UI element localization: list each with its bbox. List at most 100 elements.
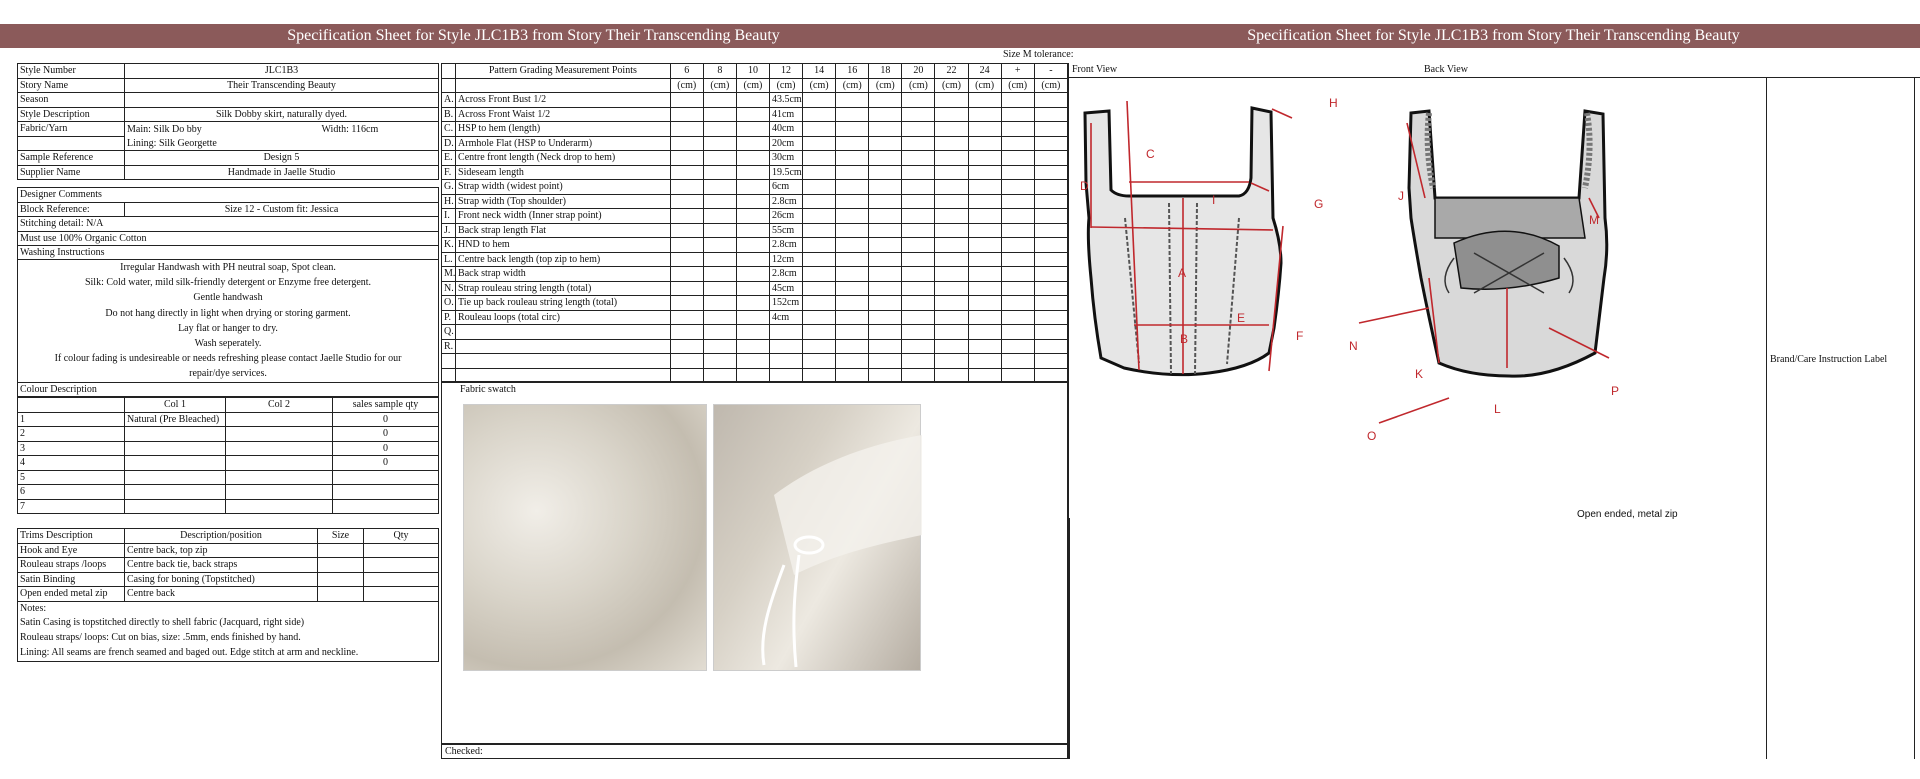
measure-cell xyxy=(967,208,1002,224)
point-description: Front neck width (Inner strap point) xyxy=(455,208,671,224)
measure-cell xyxy=(901,164,936,180)
measure-cell: 40cm xyxy=(768,121,804,137)
measure-cell xyxy=(835,266,870,282)
point-description: Back strap length Flat xyxy=(455,222,671,238)
left-panel: Style Number JLC1B3 Story Name Their Tra… xyxy=(17,63,439,662)
measure-cell: 26cm xyxy=(768,208,804,224)
measure-cell xyxy=(1000,266,1035,282)
measure-cell xyxy=(967,106,1002,122)
supplier-label: Supplier Name xyxy=(17,164,125,180)
measure-label: M xyxy=(1589,213,1599,227)
measure-cell xyxy=(868,280,903,296)
measure-label: P xyxy=(1611,384,1619,398)
colour-col2 xyxy=(225,469,333,486)
trim-position: Centre back xyxy=(124,586,318,602)
grading-row: B. Across Front Waist 1/2 41cm xyxy=(440,106,1069,122)
measure-cell xyxy=(835,208,870,224)
measure-cell xyxy=(702,150,737,166)
unit-cell: (cm) xyxy=(967,77,1002,93)
measure-cell: 6cm xyxy=(768,179,804,195)
point-description: Centre front length (Neck drop to hem) xyxy=(455,150,671,166)
measure-cell xyxy=(901,150,936,166)
point-description: HND to hem xyxy=(455,237,671,253)
grading-row: R. xyxy=(440,338,1069,354)
measure-cell xyxy=(735,353,770,369)
measure-cell xyxy=(735,208,770,224)
style-desc-value: Silk Dobby skirt, naturally dyed. xyxy=(124,106,439,122)
unit-cell: (cm) xyxy=(669,77,704,93)
measure-cell xyxy=(1033,237,1069,253)
point-letter: Q. xyxy=(440,324,457,340)
measure-cell xyxy=(901,266,936,282)
measure-cell xyxy=(1000,193,1035,209)
measure-cell xyxy=(669,237,704,253)
measure-cell xyxy=(735,295,770,311)
grading-row: P. Rouleau loops (total circ) 4cm xyxy=(440,309,1069,325)
measure-cell xyxy=(1000,164,1035,180)
trim-name: Hook and Eye xyxy=(17,542,125,559)
size-header: + xyxy=(1000,63,1035,79)
measure-cell xyxy=(967,121,1002,137)
grading-row: N. Strap rouleau string length (total) 45c… xyxy=(440,280,1069,296)
grading-row: J. Back strap length Flat 55cm xyxy=(440,222,1069,238)
measure-cell xyxy=(1033,222,1069,238)
measure-cell xyxy=(702,280,737,296)
measure-cell xyxy=(802,222,837,238)
fabric-lining: Lining: Silk Georgette xyxy=(124,136,439,151)
measure-cell xyxy=(735,338,770,354)
measure-cell xyxy=(669,92,704,108)
measure-cell xyxy=(802,208,837,224)
measure-cell xyxy=(835,92,870,108)
colour-table: Col 1 Col 2 sales sample qty 1 Natural (P… xyxy=(17,397,439,515)
measure-cell xyxy=(868,92,903,108)
measure-label: D xyxy=(1080,179,1089,193)
measure-cell: 43.5cm xyxy=(768,92,804,108)
measure-cell xyxy=(735,266,770,282)
grading-row: C. HSP to hem (length) 40cm xyxy=(440,121,1069,137)
measure-cell xyxy=(802,121,837,137)
measure-cell xyxy=(669,353,704,369)
measure-cell xyxy=(901,135,936,151)
grading-row: M. Back strap width 2.8cm xyxy=(440,266,1069,282)
colour-index: 5 xyxy=(17,469,125,486)
measure-cell xyxy=(702,338,737,354)
measure-cell xyxy=(967,280,1002,296)
tolerance-label: Size M tolerance: xyxy=(1003,49,1074,60)
measure-cell xyxy=(735,309,770,325)
point-letter: P. xyxy=(440,309,457,325)
measure-cell xyxy=(835,193,870,209)
measure-cell xyxy=(702,353,737,369)
measure-cell xyxy=(868,295,903,311)
unit-cell: (cm) xyxy=(1033,77,1069,93)
measure-cell xyxy=(735,324,770,340)
measure-cell xyxy=(967,164,1002,180)
point-description xyxy=(455,324,671,340)
measure-cell xyxy=(735,164,770,180)
measure-cell xyxy=(835,164,870,180)
measure-cell xyxy=(1000,280,1035,296)
point-description: Tie up back rouleau string length (total… xyxy=(455,295,671,311)
measure-cell xyxy=(1033,208,1069,224)
measure-label: J xyxy=(1398,189,1404,203)
grading-header-title: Pattern Grading Measurement Points xyxy=(455,63,671,79)
measure-cell xyxy=(1033,338,1069,354)
point-letter: K. xyxy=(440,237,457,253)
measure-label: K xyxy=(1415,367,1423,381)
checked-field: Checked: xyxy=(441,744,1068,759)
note-line: Lining: All seams are french seamed and … xyxy=(20,647,359,659)
measure-cell xyxy=(967,309,1002,325)
trims-row: Rouleau straps /loops Centre back tie, ba… xyxy=(17,557,439,573)
measure-cell xyxy=(1000,208,1035,224)
washing-line: Wash seperately. xyxy=(194,338,262,350)
trim-position: Centre back, top zip xyxy=(124,542,318,559)
measure-cell xyxy=(967,135,1002,151)
rouleau-detail-drawing xyxy=(761,435,922,668)
measure-cell xyxy=(868,353,903,369)
fabric-main: Main: Silk Do bby xyxy=(124,121,282,136)
measure-cell xyxy=(1033,121,1069,137)
size-header: - xyxy=(1033,63,1069,79)
measure-cell xyxy=(1033,179,1069,195)
colour-row: 7 xyxy=(17,498,439,515)
colour-row: 30 xyxy=(17,440,439,457)
size-header: 14 xyxy=(802,63,837,79)
